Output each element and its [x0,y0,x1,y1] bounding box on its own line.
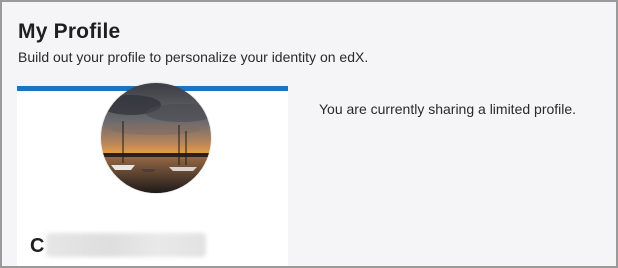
username: C [30,235,45,257]
profile-photo[interactable] [101,83,211,193]
profile-page: My Profile Build out your profile to per… [0,0,618,268]
redacted-username-block [46,233,206,257]
profile-card: C [17,83,288,266]
sharing-status-text: You are currently sharing a limited prof… [319,101,577,117]
page-title: My Profile [18,20,121,43]
page-subtitle: Build out your profile to personalize yo… [18,49,369,65]
sunset-harbor-photo-icon [101,83,211,193]
